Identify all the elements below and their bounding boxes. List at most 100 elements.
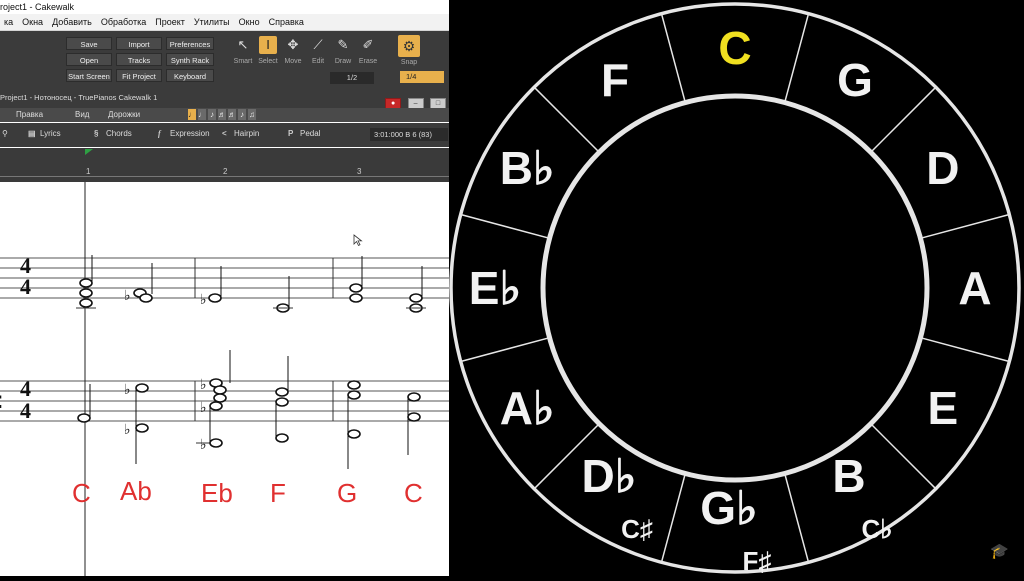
enharmonic-key-name: C♭ bbox=[861, 514, 892, 544]
key-segment: B♭ bbox=[500, 142, 555, 194]
tool-label: Lyrics bbox=[40, 129, 61, 138]
preferences-button[interactable]: Preferences bbox=[166, 37, 214, 50]
expression-tool[interactable]: f Expression bbox=[158, 129, 210, 138]
key-name: E bbox=[928, 382, 959, 434]
quarter-note-icon[interactable]: ♩ bbox=[198, 109, 206, 120]
chord-label: F bbox=[270, 478, 286, 508]
pedal-tool[interactable]: P Pedal bbox=[288, 129, 320, 138]
pedal-icon: P bbox=[288, 129, 294, 138]
ruler-baseline bbox=[0, 176, 449, 177]
bass-clef-icon: : bbox=[0, 386, 4, 414]
thirtysecond-note-icon[interactable]: ♬ bbox=[228, 109, 236, 120]
tool-label: Expression bbox=[170, 129, 210, 138]
draw-tool[interactable]: ✎ Draw bbox=[331, 33, 355, 71]
key-name: E♭ bbox=[469, 262, 521, 314]
tracks-menu[interactable]: Дорожки bbox=[108, 110, 140, 119]
menu-item[interactable]: Утилиты bbox=[194, 17, 230, 27]
chords-tool[interactable]: § Chords bbox=[94, 129, 132, 138]
key-name: G bbox=[837, 54, 873, 106]
notation-toolbar: ⚲ ▤ Lyrics § Chords f Expression < Hairpin P… bbox=[0, 123, 449, 147]
timeline-ruler[interactable]: 1 2 3 bbox=[0, 148, 449, 182]
menu-item[interactable]: Окна bbox=[22, 17, 43, 27]
snap-label: Snap bbox=[400, 59, 418, 66]
key-segment: G bbox=[837, 54, 873, 106]
key-name: D♭ bbox=[582, 450, 637, 502]
text-cursor-icon: I bbox=[259, 36, 277, 54]
eighth-note-icon[interactable]: ♪ bbox=[208, 109, 216, 120]
keyboard-button[interactable]: Keyboard bbox=[166, 69, 214, 82]
fit-project-button[interactable]: Fit Project bbox=[116, 69, 162, 82]
tracks-button[interactable]: Tracks bbox=[116, 53, 162, 66]
staff-view[interactable]: ) : bbox=[0, 182, 449, 576]
key-name: F bbox=[601, 54, 629, 106]
key-name: A♭ bbox=[500, 382, 555, 434]
window-title: roject1 - Cakewalk bbox=[0, 0, 449, 14]
document-bar: Project1 - Нотоносец - TruePianos Cakewa… bbox=[0, 88, 449, 110]
svg-text:♭: ♭ bbox=[200, 437, 207, 453]
tool-label: Chords bbox=[106, 129, 132, 138]
move-arrows-icon: ✥ bbox=[287, 37, 299, 52]
save-button[interactable]: Save bbox=[66, 37, 112, 50]
svg-text:♭: ♭ bbox=[200, 292, 207, 308]
time-signature: 4 4 4 4 bbox=[20, 253, 31, 423]
ruler-measure-number: 2 bbox=[223, 167, 228, 176]
view-menu[interactable]: Вид bbox=[75, 110, 89, 119]
half-note-icon[interactable]: ♩ bbox=[188, 109, 196, 120]
chord-label: C bbox=[72, 478, 91, 508]
key-name: B bbox=[832, 450, 865, 502]
control-bar: Save Import Preferences Open Tracks Synt… bbox=[0, 31, 449, 88]
menu-item[interactable]: Добавить bbox=[52, 17, 92, 27]
triplet-note-icon[interactable]: ♫ bbox=[248, 109, 256, 120]
svg-text:4: 4 bbox=[20, 274, 31, 299]
menu-item[interactable]: Справка bbox=[269, 17, 304, 27]
treble-notes bbox=[79, 278, 423, 313]
hairpin-tool[interactable]: < Hairpin bbox=[222, 129, 259, 138]
key-segment: F bbox=[601, 54, 629, 106]
dotted-note-icon[interactable]: ♪ bbox=[238, 109, 246, 120]
document-title: Project1 - Нотоносец - TruePianos Cakewa… bbox=[0, 93, 158, 102]
start-screen-button[interactable]: Start Screen bbox=[66, 69, 112, 82]
menu-item[interactable]: ка bbox=[4, 17, 13, 27]
eraser-icon: ✐ bbox=[362, 37, 374, 52]
zoom-icon[interactable]: ⚲ bbox=[2, 129, 8, 138]
svg-text:♭: ♭ bbox=[124, 382, 131, 398]
circle-of-fifths: C G D A E B C♭ G♭ F♯ D♭ C♯ A♭ E♭ B♭ F 🎓 bbox=[449, 0, 1024, 576]
select-tool[interactable]: I Select bbox=[256, 33, 280, 71]
ruler-measure-number: 1 bbox=[86, 167, 91, 176]
edit-tool[interactable]: ⟋ Edit bbox=[306, 33, 330, 71]
import-button[interactable]: Import bbox=[116, 37, 162, 50]
chords-icon: § bbox=[94, 129, 99, 138]
key-segment: C bbox=[718, 22, 751, 74]
key-segment: A bbox=[958, 262, 991, 314]
key-segment: E♭ bbox=[469, 262, 521, 314]
edit-menu[interactable]: Правка bbox=[16, 110, 43, 119]
expression-icon: f bbox=[158, 129, 161, 138]
menu-item[interactable]: Проект bbox=[155, 17, 185, 27]
move-tool[interactable]: ✥ Move bbox=[281, 33, 305, 71]
draw-resolution[interactable]: 1/2 bbox=[330, 72, 374, 84]
smart-tool[interactable]: ↖ Smart bbox=[231, 33, 255, 71]
menu-item[interactable]: Обработка bbox=[101, 17, 146, 27]
open-button[interactable]: Open bbox=[66, 53, 112, 66]
edit-icon: ⟋ bbox=[313, 37, 323, 52]
tool-label: Erase bbox=[358, 58, 378, 65]
position-readout: 3:01:000 B 6 (83) bbox=[370, 128, 448, 141]
key-name: A bbox=[958, 262, 991, 314]
erase-tool[interactable]: ✐ Erase bbox=[356, 33, 380, 71]
lyrics-tool[interactable]: ▤ Lyrics bbox=[28, 129, 61, 138]
svg-text:♭: ♭ bbox=[124, 422, 131, 438]
chord-label: Eb bbox=[201, 478, 233, 508]
hairpin-icon: < bbox=[222, 129, 227, 138]
svg-text:4: 4 bbox=[20, 398, 31, 423]
menu-item[interactable]: Окно bbox=[239, 17, 260, 27]
snap-gear-icon[interactable]: ⚙ bbox=[398, 35, 420, 57]
synth-rack-button[interactable]: Synth Rack bbox=[166, 53, 214, 66]
sixteenth-note-icon[interactable]: ♬ bbox=[218, 109, 226, 120]
ruler-measure-number: 3 bbox=[357, 167, 362, 176]
now-marker-flag-icon[interactable] bbox=[85, 149, 93, 155]
key-name: D bbox=[926, 142, 959, 194]
chord-label: G bbox=[337, 478, 358, 508]
bass-stems bbox=[89, 350, 409, 469]
menu-bar: ка Окна Добавить Обработка Проект Утилиты Окно… bbox=[0, 14, 449, 31]
snap-resolution[interactable]: 1/4 bbox=[400, 71, 444, 83]
